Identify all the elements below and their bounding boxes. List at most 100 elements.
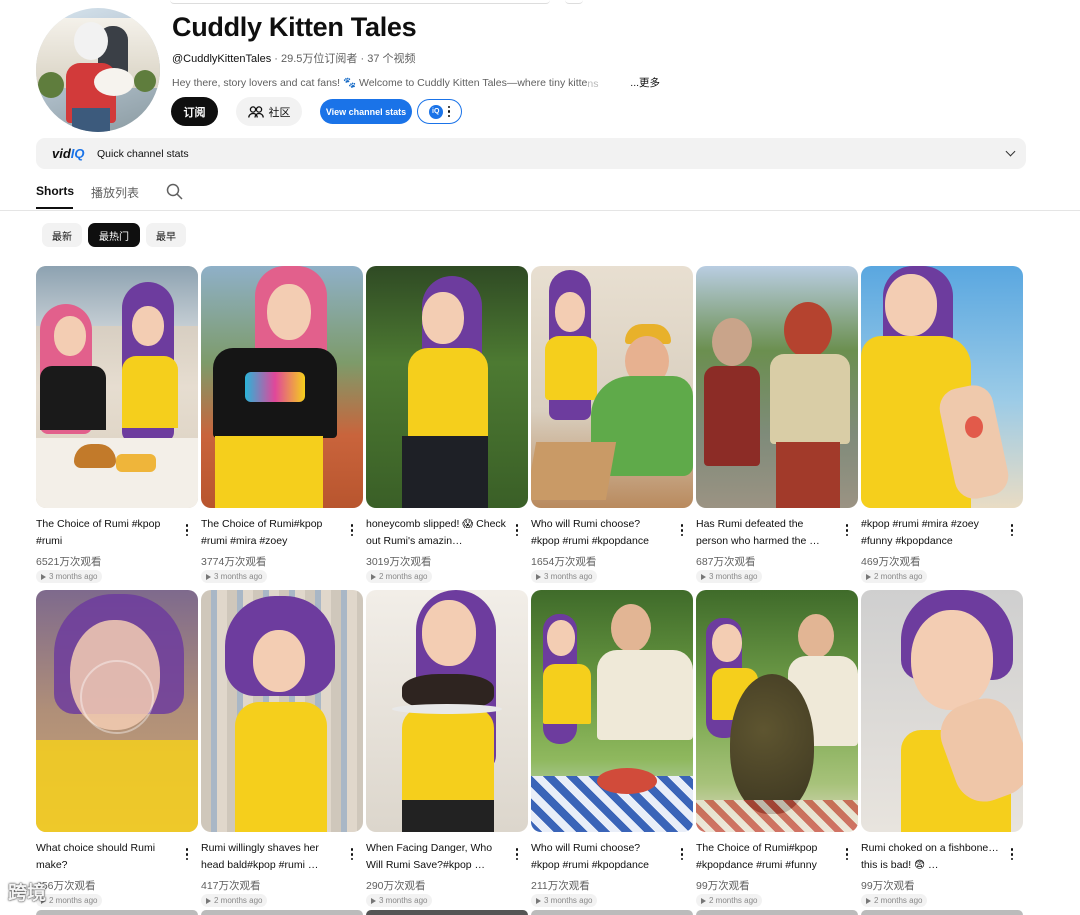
short-thumbnail[interactable]: [36, 266, 198, 508]
more-vert-icon[interactable]: [182, 524, 192, 538]
short-age: 3 months ago: [544, 896, 593, 905]
short-thumbnail[interactable]: [201, 590, 363, 832]
short-title[interactable]: honeycomb slipped! 😱 Check out Rumi's am…: [366, 516, 506, 550]
subscribe-button[interactable]: 订阅: [171, 97, 218, 126]
short-age-badge: 3 months ago: [366, 894, 433, 907]
next-row-thumbnail[interactable]: [36, 910, 198, 915]
short-views: 1654万次观看: [531, 556, 597, 568]
channel-handle: @CuddlyKittenTales: [172, 53, 272, 65]
play-icon: [41, 573, 46, 580]
more-vert-icon[interactable]: [1007, 848, 1017, 862]
more-vert-icon[interactable]: [677, 848, 687, 862]
more-vert-icon[interactable]: [677, 524, 687, 538]
top-edge: [170, 0, 550, 4]
vidiq-quick-stats-bar[interactable]: vidIQ Quick channel stats: [36, 138, 1026, 169]
short-title[interactable]: Rumi choked on a fishbone… this is bad! …: [861, 840, 1001, 874]
short-age-badge: 2 months ago: [366, 570, 433, 583]
short-title[interactable]: The Choice of Rumi#kpop #rumi #mira #zoe…: [201, 516, 341, 550]
search-icon[interactable]: [166, 183, 183, 200]
play-icon: [536, 897, 541, 904]
community-label: 社区: [268, 106, 291, 119]
short-views: 99万次观看: [861, 880, 915, 892]
channel-avatar[interactable]: [36, 8, 160, 132]
play-icon: [206, 573, 211, 580]
play-icon: [371, 897, 376, 904]
more-link[interactable]: ...更多: [630, 77, 660, 89]
vidiq-icon: iQ: [428, 104, 443, 119]
short-views: 211万次观看: [531, 880, 590, 892]
play-icon: [701, 897, 706, 904]
short-age: 3 months ago: [379, 896, 428, 905]
more-vert-icon[interactable]: [512, 524, 522, 538]
short-age-badge: 2 months ago: [861, 894, 928, 907]
short-title[interactable]: Who will Rumi choose? #kpop #rumi #kpopd…: [531, 840, 671, 874]
more-vert-icon[interactable]: [512, 848, 522, 862]
short-thumbnail[interactable]: [531, 266, 693, 508]
next-row-thumbnail[interactable]: [696, 910, 858, 915]
short-thumbnail[interactable]: [366, 266, 528, 508]
short-title[interactable]: When Facing Danger, Who Will Rumi Save?#…: [366, 840, 506, 874]
short-age-badge: 3 months ago: [201, 570, 268, 583]
chip-oldest[interactable]: 最早: [146, 223, 186, 247]
chip-latest[interactable]: 最新: [42, 223, 82, 247]
channel-description[interactable]: Hey there, story lovers and cat fans! 🐾 …: [172, 75, 660, 90]
short-thumbnail[interactable]: [366, 590, 528, 832]
more-vert-icon[interactable]: [842, 524, 852, 538]
short-thumbnail[interactable]: [201, 266, 363, 508]
short-title[interactable]: Who will Rumi choose? #kpop #rumi #kpopd…: [531, 516, 671, 550]
quick-stats-label: Quick channel stats: [97, 148, 189, 160]
more-vert-icon[interactable]: [182, 848, 192, 862]
play-icon: [866, 897, 871, 904]
short-age-badge: 3 months ago: [531, 570, 598, 583]
play-icon: [371, 573, 376, 580]
short-age: 3 months ago: [214, 572, 263, 581]
more-vert-icon[interactable]: [347, 524, 357, 538]
short-views: 6521万次观看: [36, 556, 102, 568]
short-views: 99万次观看: [696, 880, 750, 892]
short-age: 3 months ago: [49, 572, 98, 581]
next-row-thumbnail[interactable]: [861, 910, 1023, 915]
more-vert-icon[interactable]: [1007, 524, 1017, 538]
short-thumbnail[interactable]: [696, 590, 858, 832]
next-row-thumbnail[interactable]: [366, 910, 528, 915]
next-row-thumbnail[interactable]: [531, 910, 693, 915]
community-button[interactable]: 社区: [236, 97, 302, 126]
community-icon: [247, 105, 264, 118]
short-age-badge: 2 months ago: [696, 894, 763, 907]
short-age-badge: 3 months ago: [696, 570, 763, 583]
chip-popular[interactable]: 最热门: [88, 223, 140, 247]
next-row-thumbnail[interactable]: [201, 910, 363, 915]
subscriber-count: 29.5万位订阅者: [281, 53, 358, 65]
video-count: 37 个视频: [367, 53, 416, 65]
short-age: 2 months ago: [709, 896, 758, 905]
short-title[interactable]: What choice should Rumi make?: [36, 840, 176, 874]
vidiq-logo-iq: IQ: [70, 146, 85, 161]
short-title[interactable]: The Choice of Rumi#kpop #kpopdance #rumi…: [696, 840, 836, 874]
short-title[interactable]: Rumi willingly shaves her head bald#kpop…: [201, 840, 341, 874]
short-views: 687万次观看: [696, 556, 756, 568]
short-thumbnail[interactable]: [696, 266, 858, 508]
short-age-badge: 3 months ago: [531, 894, 598, 907]
short-age: 2 months ago: [379, 572, 428, 581]
play-icon: [866, 573, 871, 580]
tab-playlists[interactable]: 播放列表: [91, 184, 139, 201]
short-title[interactable]: #kpop #rumi #mira #zoey #funny #kpopdanc…: [861, 516, 1001, 550]
short-thumbnail[interactable]: [36, 590, 198, 832]
short-thumbnail[interactable]: [861, 266, 1023, 508]
short-title[interactable]: Has Rumi defeated the person who harmed …: [696, 516, 836, 550]
short-views: 417万次观看: [201, 880, 261, 892]
more-vert-icon[interactable]: [842, 848, 852, 862]
description-text: Hey there, story lovers and cat fans! 🐾 …: [172, 77, 588, 89]
short-age: 2 months ago: [49, 896, 98, 905]
tab-shorts[interactable]: Shorts: [36, 184, 74, 198]
play-icon: [206, 897, 211, 904]
short-thumbnail[interactable]: [531, 590, 693, 832]
vidiq-menu-button[interactable]: iQ: [417, 99, 462, 124]
chevron-down-icon[interactable]: [1005, 146, 1016, 157]
short-age: 2 months ago: [874, 572, 923, 581]
tabs-divider: [0, 210, 1080, 211]
short-title[interactable]: The Choice of Rumi #kpop #rumi: [36, 516, 176, 550]
short-thumbnail[interactable]: [861, 590, 1023, 832]
more-vert-icon[interactable]: [347, 848, 357, 862]
view-channel-stats-button[interactable]: View channel stats: [320, 99, 412, 124]
